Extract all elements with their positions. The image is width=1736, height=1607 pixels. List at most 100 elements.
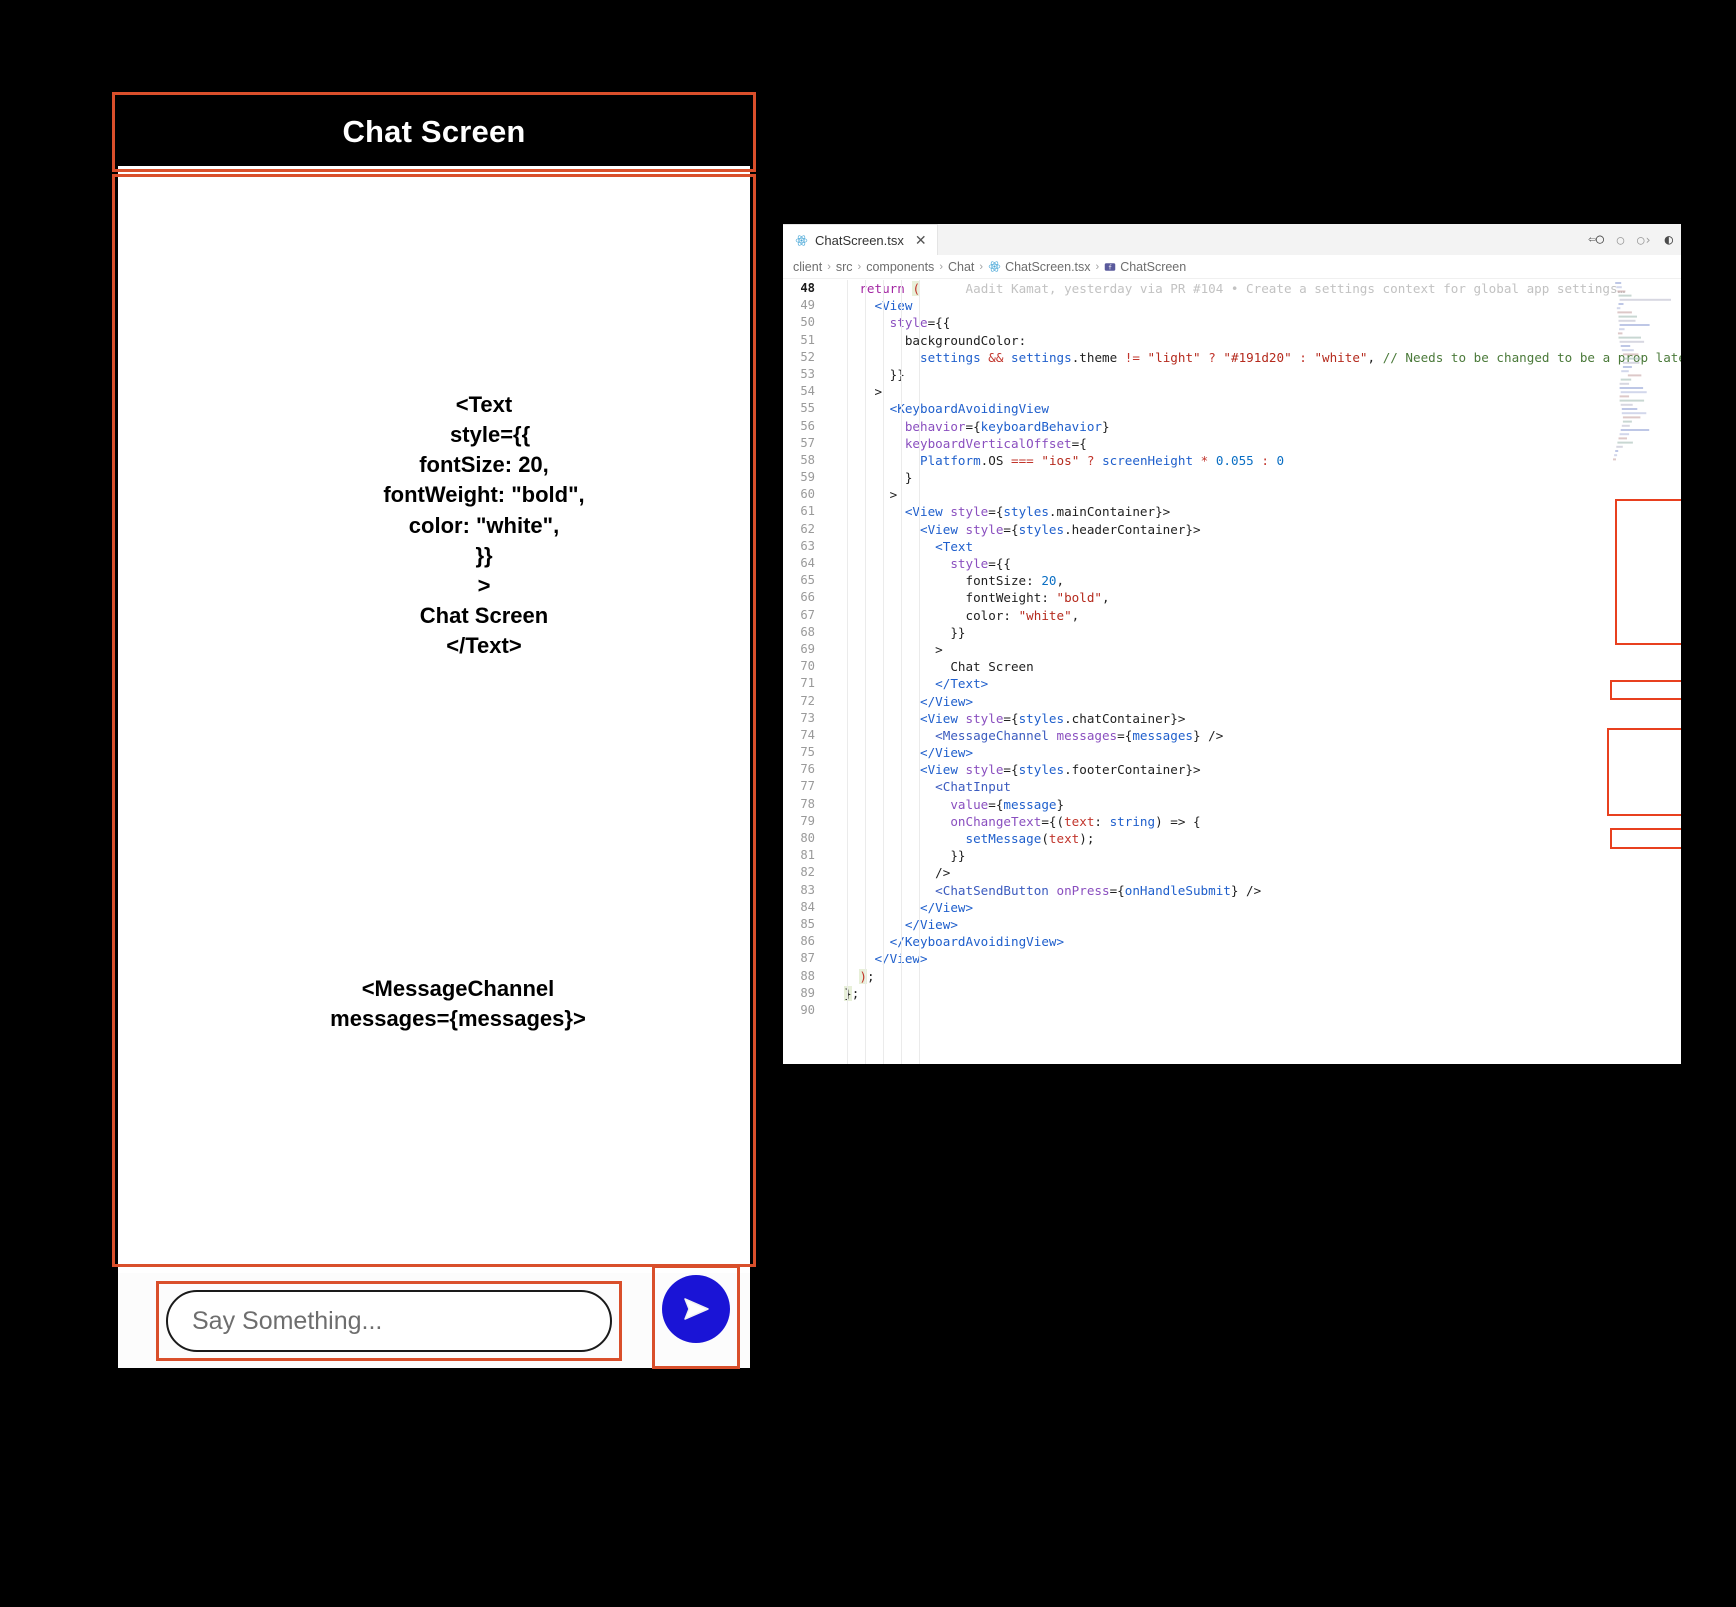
code-line-text: Chat Screen: [829, 659, 1034, 675]
code-line[interactable]: 82 />: [783, 864, 1681, 881]
code-line[interactable]: 50 style={{: [783, 314, 1681, 331]
code-line[interactable]: 79 onChangeText={(text: string) => {: [783, 813, 1681, 830]
go-back-icon[interactable]: ⇦◯: [1588, 232, 1604, 247]
code-line[interactable]: 52 settings && settings.theme != "light"…: [783, 349, 1681, 366]
code-line[interactable]: 56 behavior={keyboardBehavior}: [783, 418, 1681, 435]
code-line[interactable]: 69 >: [783, 641, 1681, 658]
code-line[interactable]: 89 };: [783, 985, 1681, 1002]
code-line[interactable]: 49 <View: [783, 297, 1681, 314]
editor-tab-chatscreen[interactable]: ChatScreen.tsx ✕: [783, 224, 938, 255]
code-line[interactable]: 73 <View style={styles.chatContainer}>: [783, 710, 1681, 727]
code-line[interactable]: 75 </View>: [783, 744, 1681, 761]
code-line[interactable]: 63 <Text: [783, 538, 1681, 555]
line-number: 88: [800, 968, 815, 983]
code-line-text: <View: [874, 298, 913, 314]
code-line[interactable]: 87 </View>: [783, 950, 1681, 967]
line-number: 54: [800, 384, 815, 399]
code-line-text: behavior={keyboardBehavior}: [904, 418, 1110, 434]
code-editor-content[interactable]: 48 return ( Aadit Kamat, yesterday via P…: [783, 280, 1681, 1064]
code-line[interactable]: 83 <ChatSendButton onPress={onHandleSubm…: [783, 882, 1681, 899]
breadcrumb-item-file[interactable]: ChatScreen.tsx: [988, 260, 1091, 274]
line-number: 70: [800, 659, 815, 674]
code-line-text: fontWeight: "bold",: [965, 590, 1110, 606]
line-number: 83: [800, 882, 815, 897]
code-line[interactable]: 57 keyboardVerticalOffset={: [783, 435, 1681, 452]
code-line[interactable]: 48 return ( Aadit Kamat, yesterday via P…: [783, 280, 1681, 297]
code-line-text: }: [829, 470, 913, 486]
code-line-text: }}: [829, 848, 966, 864]
phone-header: Chat Screen: [118, 98, 750, 166]
code-line[interactable]: 86 </KeyboardAvoidingView>: [783, 933, 1681, 950]
code-line[interactable]: 67 color: "white",: [783, 607, 1681, 624]
code-line-text: <KeyboardAvoidingView: [889, 401, 1049, 417]
line-number: 81: [800, 848, 815, 863]
code-line[interactable]: 85 </View>: [783, 916, 1681, 933]
line-number: 61: [800, 504, 815, 519]
line-number: 68: [800, 624, 815, 639]
code-line[interactable]: 80 setMessage(text);: [783, 830, 1681, 847]
line-number: 90: [800, 1002, 815, 1017]
breadcrumb-item-client[interactable]: client: [793, 260, 822, 274]
annotation-text-component: <Text style={{ fontSize: 20, fontWeight:…: [383, 392, 585, 658]
editor-minimap[interactable]: [1613, 280, 1675, 470]
code-line[interactable]: 81 }}: [783, 847, 1681, 864]
code-line[interactable]: 59 }: [783, 469, 1681, 486]
line-number: 82: [800, 865, 815, 880]
line-number: 69: [800, 641, 815, 656]
code-line[interactable]: 78 value={message}: [783, 796, 1681, 813]
breadcrumb-item-src[interactable]: src: [836, 260, 853, 274]
line-number: 52: [800, 349, 815, 364]
code-line[interactable]: 74 <MessageChannel messages={messages} /…: [783, 727, 1681, 744]
chat-send-button[interactable]: [662, 1275, 730, 1343]
code-line-text: <View style={styles.mainContainer}>: [904, 504, 1171, 520]
close-icon[interactable]: ✕: [915, 233, 927, 247]
more-actions-icon[interactable]: ◐: [1665, 232, 1673, 248]
code-line[interactable]: 64 style={{: [783, 555, 1681, 572]
code-line[interactable]: 84 </View>: [783, 899, 1681, 916]
editor-scrollbar[interactable]: [1674, 280, 1681, 1064]
line-number: 80: [800, 831, 815, 845]
code-line[interactable]: 71 </Text>: [783, 675, 1681, 692]
code-line[interactable]: 88 );: [783, 968, 1681, 985]
breadcrumb-symbol-label: ChatScreen: [1120, 259, 1187, 274]
line-number: 76: [800, 762, 815, 777]
line-number: 62: [800, 521, 815, 536]
code-line[interactable]: 70 Chat Screen: [783, 658, 1681, 675]
code-line[interactable]: 55 <KeyboardAvoidingView: [783, 400, 1681, 417]
code-line[interactable]: 77 <ChatInput: [783, 778, 1681, 795]
code-line[interactable]: 53 }}: [783, 366, 1681, 383]
code-line-text: }}: [829, 624, 966, 640]
breadcrumb-item-components[interactable]: components: [866, 260, 934, 274]
code-line[interactable]: 72 </View>: [783, 693, 1681, 710]
code-line[interactable]: 54 >: [783, 383, 1681, 400]
code-line[interactable]: 90: [783, 1002, 1681, 1019]
line-number: 86: [800, 934, 815, 949]
line-number: 74: [800, 727, 815, 742]
breadcrumb-item-symbol[interactable]: f ChatScreen: [1104, 260, 1186, 274]
code-line-text: <ChatSendButton onPress={onHandleSubmit}…: [935, 882, 1262, 898]
split-right-icon[interactable]: ◯›: [1637, 233, 1651, 247]
inline-git-blame: Aadit Kamat, yesterday via PR #104 • Cre…: [920, 281, 1626, 296]
line-number: 59: [800, 470, 815, 485]
code-line-text: };: [829, 985, 859, 1002]
code-line[interactable]: 60 >: [783, 486, 1681, 503]
code-line[interactable]: 61 <View style={styles.mainContainer}>: [783, 503, 1681, 520]
code-line[interactable]: 65 fontSize: 20,: [783, 572, 1681, 589]
line-number: 55: [800, 401, 815, 416]
editor-tab-label: ChatScreen.tsx: [815, 232, 904, 248]
code-line-text: <View style={styles.footerContainer}>: [920, 762, 1201, 778]
split-left-icon[interactable]: ◯: [1617, 233, 1624, 247]
code-line[interactable]: 76 <View style={styles.footerContainer}>: [783, 761, 1681, 778]
code-line-text: );: [859, 968, 875, 984]
chat-input-field[interactable]: Say Something...: [166, 1290, 612, 1352]
line-number: 87: [800, 951, 815, 966]
code-line[interactable]: 66 fontWeight: "bold",: [783, 589, 1681, 606]
code-line[interactable]: 62 <View style={styles.headerContainer}>: [783, 521, 1681, 538]
code-line-text: style={{: [950, 556, 1011, 571]
code-line[interactable]: 51 backgroundColor:: [783, 332, 1681, 349]
svg-text:f: f: [1108, 264, 1112, 271]
code-line[interactable]: 58 Platform.OS === "ios" ? screenHeight …: [783, 452, 1681, 469]
breadcrumb-item-chat[interactable]: Chat: [948, 260, 974, 274]
code-line-text: backgroundColor:: [904, 332, 1027, 348]
code-line[interactable]: 68 }}: [783, 624, 1681, 641]
